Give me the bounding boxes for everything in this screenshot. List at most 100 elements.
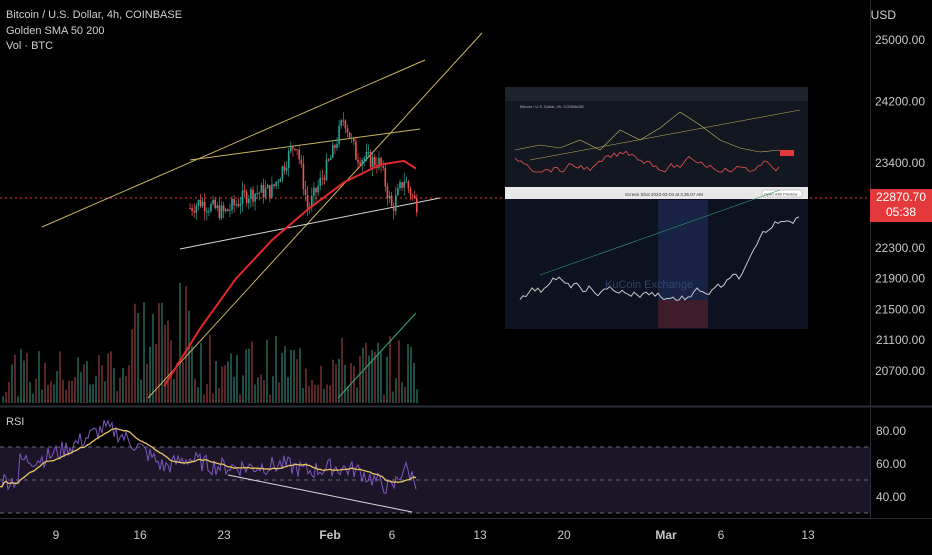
candle-body <box>416 198 418 213</box>
volume-bar <box>158 303 160 403</box>
candle-body <box>256 193 258 195</box>
volume-title[interactable]: Vol · BTC <box>6 39 182 55</box>
candle-body <box>338 125 340 144</box>
volume-bar <box>284 346 286 403</box>
candle-body <box>388 195 391 199</box>
chart-legend[interactable]: Bitcoin / U.S. Dollar, 4h, COINBASE Gold… <box>6 8 182 55</box>
volume-bar <box>119 377 121 403</box>
time-tick-label: 9 <box>53 528 60 542</box>
volume-bar <box>359 355 361 403</box>
chart-area[interactable]: 25000.00 24200.00 23400.00 22300.00 21900.00… <box>0 0 932 550</box>
candle-body <box>290 147 292 152</box>
candle-body <box>216 205 219 209</box>
rising-support-line[interactable] <box>147 32 483 399</box>
candle-body <box>405 181 408 183</box>
candle-body <box>332 145 334 158</box>
inset-bottom-title: Screen Shot 2023-02-04 at 3.35.07 AM <box>625 192 703 197</box>
volume-bar <box>50 380 52 403</box>
candle-body <box>340 120 342 126</box>
indicator-title[interactable]: Golden SMA 50 200 <box>6 24 182 40</box>
fib-zone-lower <box>658 300 708 328</box>
upper-resistance-line[interactable] <box>189 128 421 161</box>
volume-bar <box>125 375 127 403</box>
volume-bar <box>299 347 301 403</box>
candle-body <box>386 186 389 199</box>
volume-bar <box>164 324 166 403</box>
volume-bar <box>104 381 106 403</box>
candle-body <box>411 195 414 197</box>
volume-bar <box>197 387 199 403</box>
candle-body <box>382 165 384 168</box>
volume-bar <box>380 352 382 403</box>
candle-body <box>397 188 399 196</box>
volume-bar <box>215 361 217 403</box>
volume-bar <box>44 362 46 403</box>
candle-body <box>298 149 300 160</box>
trendline-drawings[interactable] <box>41 32 483 513</box>
volume-bar <box>317 384 319 403</box>
candle-body <box>248 198 250 204</box>
candle-body <box>369 151 372 168</box>
rsi-title[interactable]: RSI <box>6 416 24 428</box>
volume-bar <box>140 379 142 403</box>
volume-bar <box>413 362 415 403</box>
candle-body <box>281 166 284 179</box>
volume-bar <box>269 394 271 403</box>
candle-body <box>296 149 298 151</box>
candle-body <box>306 194 309 208</box>
candle-body <box>334 145 336 149</box>
candle-body <box>203 201 206 212</box>
candle-body <box>363 158 366 161</box>
volume-bar <box>116 390 118 403</box>
candle-body <box>252 189 254 202</box>
inset-bottom-panel <box>505 187 808 329</box>
price-tick-label: 20700.00 <box>875 364 925 378</box>
volume-bar <box>98 355 100 403</box>
volume-bar <box>374 351 376 403</box>
volume-bar <box>332 359 334 403</box>
volume-bar <box>80 371 82 403</box>
symbol-title[interactable]: Bitcoin / U.S. Dollar, 4h, COINBASE <box>6 8 182 24</box>
candle-body <box>229 209 231 211</box>
inset-screenshot[interactable]: Bitcoin / U.S. Dollar, 2h, COINBASE Scre… <box>505 87 808 329</box>
candle-body <box>208 211 210 213</box>
volume-bar <box>179 282 181 403</box>
currency-label[interactable]: USD <box>871 8 896 22</box>
volume-bar <box>218 387 220 403</box>
candle-body <box>300 159 303 164</box>
volume-bar <box>416 389 418 403</box>
volume-bar <box>401 382 403 403</box>
candle-body <box>371 157 374 168</box>
candle-body <box>407 181 410 189</box>
price-tick-label: 21900.00 <box>875 272 925 286</box>
candle-body <box>277 181 279 183</box>
candle-body <box>294 148 296 150</box>
candle-body <box>292 147 294 149</box>
price-tick-label: 24200.00 <box>875 95 925 109</box>
candle-body <box>342 120 345 122</box>
rsi-axis: 80.00 60.00 40.00 <box>876 424 906 504</box>
volume-bar <box>47 384 49 403</box>
volume-bar <box>29 381 31 403</box>
volume-bar <box>236 355 238 403</box>
time-axis[interactable]: 9 16 23 Feb 6 13 20 Mar 6 13 <box>53 528 815 542</box>
candle-body <box>260 185 263 193</box>
volume-bar <box>398 339 400 403</box>
candle-body <box>199 200 202 207</box>
candle-body <box>195 205 198 213</box>
volume-bar <box>203 394 205 403</box>
candle-body <box>287 151 290 168</box>
volume-bar <box>188 310 190 403</box>
volume-bar <box>275 335 277 403</box>
volume-bar <box>161 302 163 403</box>
volume-bar <box>254 384 256 403</box>
candle-body <box>355 141 357 160</box>
candle-body <box>357 159 359 163</box>
volume-bar <box>212 393 214 403</box>
price-tick-label: 22300.00 <box>875 241 925 255</box>
rsi-tick-label: 80.00 <box>876 424 906 438</box>
volume-bar <box>362 347 364 403</box>
volume-bar <box>263 380 265 403</box>
volume-bar <box>14 354 16 403</box>
candle-body <box>321 177 324 179</box>
